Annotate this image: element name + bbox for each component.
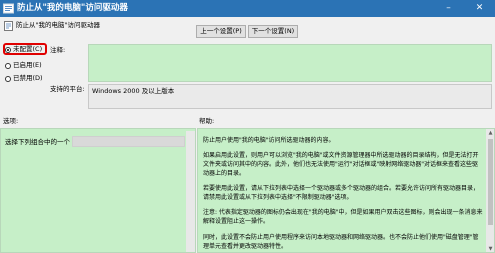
window-title: 防止从"我的电脑"访问驱动器: [17, 3, 128, 13]
scroll-up-arrow-icon[interactable]: ▲: [486, 129, 494, 138]
policy-name: 防止从"我的电脑"访问驱动器: [16, 21, 100, 29]
comment-textarea[interactable]: [88, 44, 492, 82]
scroll-down-arrow-icon[interactable]: ▼: [486, 245, 494, 252]
radio-button-checked[interactable]: [5, 46, 11, 53]
radio-button[interactable]: [5, 62, 11, 69]
radio-label: 未配置(C): [13, 45, 43, 53]
minimize-button[interactable]: –: [435, 0, 462, 17]
close-button[interactable]: ✕: [466, 0, 493, 17]
radio-label: 已启用(E): [13, 61, 42, 69]
help-label: 帮助:: [199, 117, 215, 125]
title-bar: 防止从"我的电脑"访问驱动器 – ✕: [0, 0, 495, 17]
options-panel: 选择下列组合中的一个: [0, 128, 196, 253]
radio-disabled[interactable]: 已禁用(D): [5, 74, 43, 83]
help-panel: 防止用户使用"我的电脑"访问所选驱动器的内容。 如果启用此设置，则用户可以浏览"…: [197, 128, 495, 253]
next-setting-button[interactable]: 下一个设置(N): [248, 25, 298, 38]
help-paragraph: 同时，此设置不会防止用户使用程序来访问本地驱动器和网络驱动器。也不会防止他们使用…: [203, 234, 479, 250]
previous-setting-button[interactable]: 上一个设置(P): [196, 25, 246, 38]
policy-document-icon: [4, 21, 13, 31]
policy-settings-icon: [3, 3, 14, 14]
help-paragraph: 防止用户使用"我的电脑"访问所选驱动器的内容。: [203, 137, 335, 144]
help-scrollbar[interactable]: ▲ ▼: [486, 129, 494, 252]
comment-label: 注释:: [50, 46, 66, 54]
radio-button[interactable]: [5, 75, 11, 82]
scroll-thumb[interactable]: [488, 139, 493, 225]
supported-on-value: Windows 2000 及以上版本: [92, 87, 175, 95]
options-scrollbar[interactable]: [186, 131, 195, 252]
radio-enabled[interactable]: 已启用(E): [5, 61, 42, 70]
help-paragraph: 注意: 代表指定驱动器的图标仍会出现在"我的电脑"中，但是如果用户双击这些图标，…: [203, 209, 483, 225]
help-paragraph: 如果启用此设置，则用户可以浏览"我的电脑"或文件资源管理器中所选驱动器的目录结构…: [203, 152, 479, 177]
help-paragraph: 若要使用此设置，请从下拉列表中选择一个驱动器或多个驱动器的组合。若要允许访问所有…: [203, 185, 480, 201]
radio-not-configured[interactable]: 未配置(C): [5, 45, 42, 54]
radio-label: 已禁用(D): [13, 74, 43, 82]
drive-select-label: 选择下列组合中的一个: [5, 138, 70, 146]
policy-header: 防止从"我的电脑"访问驱动器 上一个设置(P) 下一个设置(N): [0, 17, 495, 43]
drive-select-dropdown[interactable]: [72, 136, 185, 147]
supported-on-field: Windows 2000 及以上版本: [88, 84, 492, 109]
options-label: 选项:: [3, 117, 19, 125]
supported-on-label: 支持的平台:: [50, 85, 85, 93]
